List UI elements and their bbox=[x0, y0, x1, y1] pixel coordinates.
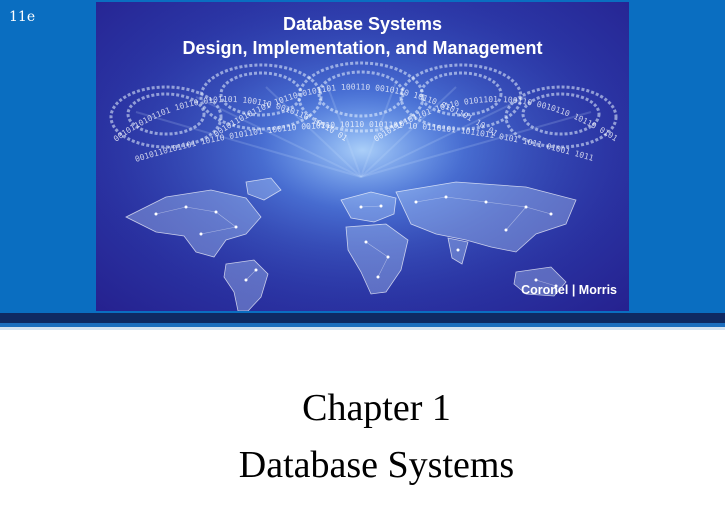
chapter-title: Database Systems bbox=[238, 444, 515, 486]
title-slide: 11e 0010110101101 10110 0101101 100110 0… bbox=[0, 0, 725, 531]
divider-stripe-dark bbox=[0, 313, 725, 323]
divider-stripe-light bbox=[0, 327, 725, 330]
cover-title-line1: Database Systems bbox=[282, 14, 443, 34]
edition-label: 11e bbox=[9, 9, 36, 25]
book-cover-image: 0010110101101 10110 0101101 100110 00101… bbox=[96, 2, 629, 311]
chapter-heading: Chapter 1 bbox=[302, 387, 451, 429]
cover-title-line2: Design, Implementation, and Management bbox=[182, 38, 543, 58]
cover-authors: Coronel | Morris bbox=[521, 283, 617, 297]
cover-title: Database Systems Design, Implementation,… bbox=[96, 12, 629, 60]
